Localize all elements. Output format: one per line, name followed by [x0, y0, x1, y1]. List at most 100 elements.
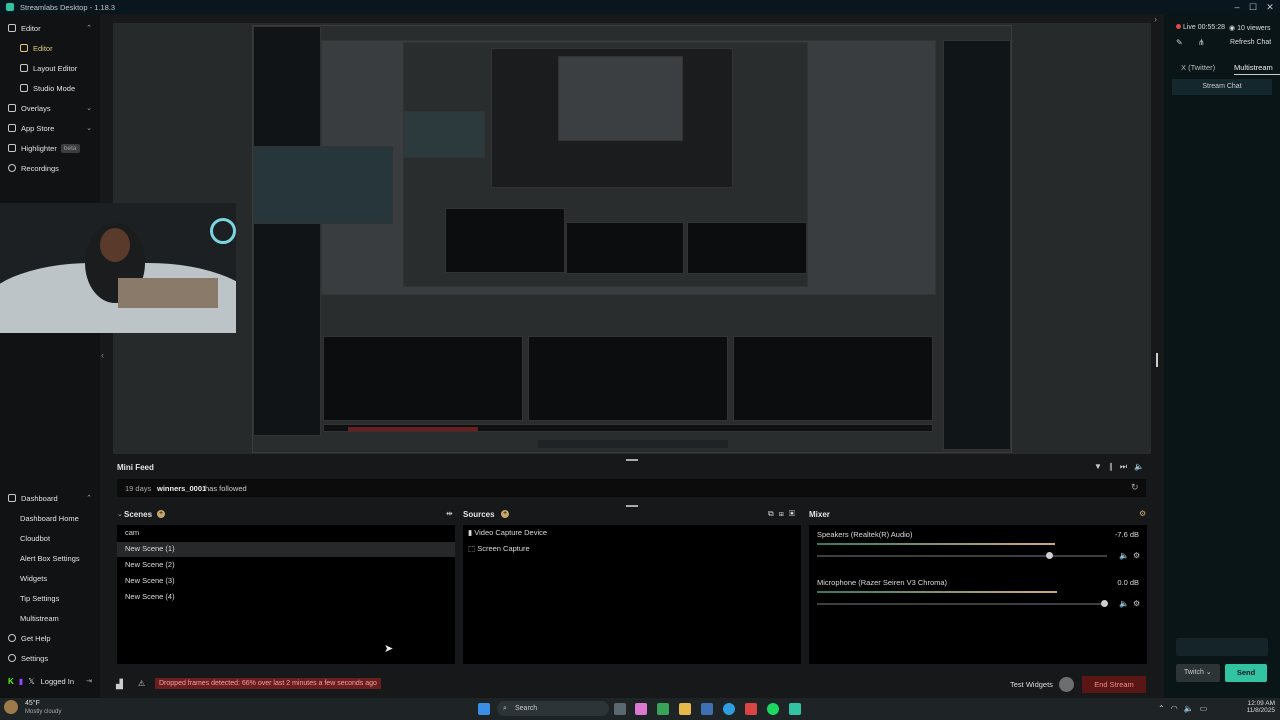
- windows-start-icon[interactable]: [478, 703, 490, 715]
- task-view-icon[interactable]: [614, 703, 626, 715]
- list-item[interactable]: New Scene (1): [125, 544, 175, 553]
- folder-icon[interactable]: ▣: [789, 509, 800, 518]
- copilot-icon[interactable]: [635, 703, 647, 715]
- edge-icon[interactable]: [723, 703, 735, 715]
- sidebar-item-tip-settings[interactable]: Tip Settings: [0, 589, 100, 607]
- logout-icon[interactable]: ⇥: [86, 677, 92, 685]
- mini-feed-title: Mini Feed: [117, 463, 154, 472]
- channel-settings-icon[interactable]: ⚙: [1133, 551, 1140, 560]
- sidebar-item-widgets[interactable]: Widgets: [0, 569, 100, 587]
- mouse-cursor-icon: ➤: [384, 643, 394, 655]
- sidebar-item-overlays[interactable]: Overlays ⌄: [0, 99, 100, 117]
- end-stream-button[interactable]: End Stream: [1082, 676, 1146, 693]
- sidebar-item-highlighter[interactable]: Highlighter beta: [0, 139, 100, 157]
- game-icon[interactable]: [745, 703, 757, 715]
- mixer-settings-icon[interactable]: ⚙: [1139, 509, 1146, 518]
- close-button[interactable]: ✕: [1262, 0, 1278, 14]
- edit-icon[interactable]: ✎: [1176, 38, 1183, 47]
- sidebar-item-recordings[interactable]: Recordings: [0, 159, 100, 177]
- nested-scenes-2: [323, 336, 523, 421]
- performance-icon[interactable]: ▟: [116, 679, 123, 690]
- list-item[interactable]: New Scene (2): [125, 560, 175, 569]
- speaker-icon[interactable]: 🔈: [1119, 551, 1129, 560]
- tab-x-twitter[interactable]: X (Twitter): [1181, 63, 1215, 72]
- sidebar-item-dashboard-home[interactable]: Dashboard Home: [0, 509, 100, 527]
- refresh-chat-button[interactable]: Refresh Chat: [1230, 39, 1271, 46]
- battery-icon[interactable]: ▭: [1200, 704, 1214, 713]
- spotify-icon[interactable]: [767, 703, 779, 715]
- streamlabs-icon[interactable]: [789, 703, 801, 715]
- wifi-icon[interactable]: ◠: [1171, 704, 1184, 713]
- maximize-button[interactable]: ☐: [1245, 0, 1261, 14]
- volume-slider[interactable]: [817, 555, 1107, 557]
- platform-select[interactable]: Twitch ⌄: [1176, 664, 1220, 682]
- webcam-source[interactable]: [0, 203, 236, 333]
- nested-preview-4: [558, 56, 683, 141]
- list-item[interactable]: ⬚ Screen Capture: [468, 544, 530, 553]
- chevron-up-icon: ⌃: [86, 25, 92, 32]
- sidebar-item-label: Dashboard: [21, 493, 58, 503]
- weather-icon[interactable]: [4, 700, 18, 714]
- sources-list: ▮ Video Capture Device ⬚ Screen Capture: [463, 525, 801, 664]
- sidebar-item-dashboard[interactable]: Dashboard ⌃: [0, 489, 100, 507]
- dropped-frames-warning[interactable]: Dropped frames detected: 66% over last 2…: [155, 678, 381, 689]
- sidebar-item-multistream[interactable]: Multistream: [0, 609, 100, 627]
- list-item[interactable]: New Scene (3): [125, 576, 175, 585]
- tab-multistream[interactable]: Multistream: [1234, 63, 1273, 72]
- clock[interactable]: 12:09 AM 11/8/2025: [1243, 700, 1275, 714]
- sidebar-item-editor[interactable]: Editor ⌃: [0, 19, 100, 37]
- channel-settings-icon[interactable]: ⚙: [1133, 599, 1140, 608]
- nested-warning: [348, 427, 478, 431]
- add-source-button[interactable]: +: [501, 510, 509, 518]
- store-app-icon[interactable]: [701, 703, 713, 715]
- speaker-icon[interactable]: 🔈: [1119, 599, 1129, 608]
- list-item[interactable]: New Scene (4): [125, 592, 175, 601]
- volume-slider[interactable]: [817, 603, 1107, 605]
- window-title: Streamlabs Desktop - 1.18.3: [20, 2, 116, 12]
- audio-meter: [817, 543, 1055, 545]
- filter-icon[interactable]: ▼: [1094, 462, 1109, 471]
- list-item[interactable]: ▮ Video Capture Device: [468, 528, 547, 537]
- drag-handle[interactable]: [626, 459, 638, 461]
- share-icon[interactable]: ⋔: [1198, 38, 1205, 47]
- twitch-icon: ▮: [18, 676, 24, 686]
- sidebar-item-get-help[interactable]: Get Help: [0, 629, 100, 647]
- sidebar-item-editor-sub[interactable]: Editor: [0, 39, 100, 57]
- volume-knob[interactable]: [1046, 552, 1053, 559]
- volume-icon[interactable]: 🔈: [1134, 462, 1151, 471]
- collapse-left-icon[interactable]: ‹: [101, 350, 104, 360]
- chat-input[interactable]: [1176, 638, 1268, 656]
- resize-handle[interactable]: [1156, 353, 1158, 367]
- sidebar-item-alert-box-settings[interactable]: Alert Box Settings: [0, 549, 100, 567]
- feed-action: has followed: [205, 484, 247, 493]
- test-widgets-toggle[interactable]: [1059, 677, 1074, 692]
- skip-icon[interactable]: ⏭: [1120, 462, 1134, 471]
- preview-canvas[interactable]: [252, 25, 1012, 453]
- minimize-button[interactable]: –: [1229, 0, 1245, 14]
- list-item[interactable]: cam: [125, 528, 139, 537]
- volume-tray-icon[interactable]: 🔈: [1184, 704, 1200, 713]
- sidebar-item-cloudbot[interactable]: Cloudbot: [0, 529, 100, 547]
- volume-knob[interactable]: [1101, 600, 1109, 607]
- collapse-icon[interactable]: ⌄: [117, 510, 123, 518]
- add-scene-button[interactable]: +: [157, 510, 165, 518]
- search-input[interactable]: ⌕ Search: [497, 701, 609, 716]
- sidebar-item-settings[interactable]: Settings: [0, 649, 100, 667]
- file-explorer-icon[interactable]: [679, 703, 691, 715]
- chevron-up-icon[interactable]: ⌃: [1158, 704, 1171, 713]
- nested-sources-2: [528, 336, 728, 421]
- refresh-icon[interactable]: ↻: [1131, 482, 1139, 493]
- transition-icon[interactable]: ⇹: [446, 509, 453, 518]
- group-icon[interactable]: ⊞: [779, 509, 789, 518]
- drag-handle-2[interactable]: [626, 505, 638, 507]
- layers-icon[interactable]: ⧉: [768, 509, 779, 518]
- pause-icon[interactable]: ∥: [1109, 462, 1120, 471]
- sidebar-item-layout-editor[interactable]: Layout Editor: [0, 59, 100, 77]
- warning-icon[interactable]: ⚠: [138, 679, 145, 688]
- logged-in-status[interactable]: K ▮ 𝕏 Logged In ⇥: [0, 672, 100, 690]
- collapse-right-icon[interactable]: ›: [1154, 14, 1157, 24]
- sidebar-item-app-store[interactable]: App Store ⌄: [0, 119, 100, 137]
- sidebar-item-studio-mode[interactable]: Studio Mode: [0, 79, 100, 97]
- send-button[interactable]: Send: [1225, 664, 1267, 682]
- nvidia-icon[interactable]: [657, 703, 669, 715]
